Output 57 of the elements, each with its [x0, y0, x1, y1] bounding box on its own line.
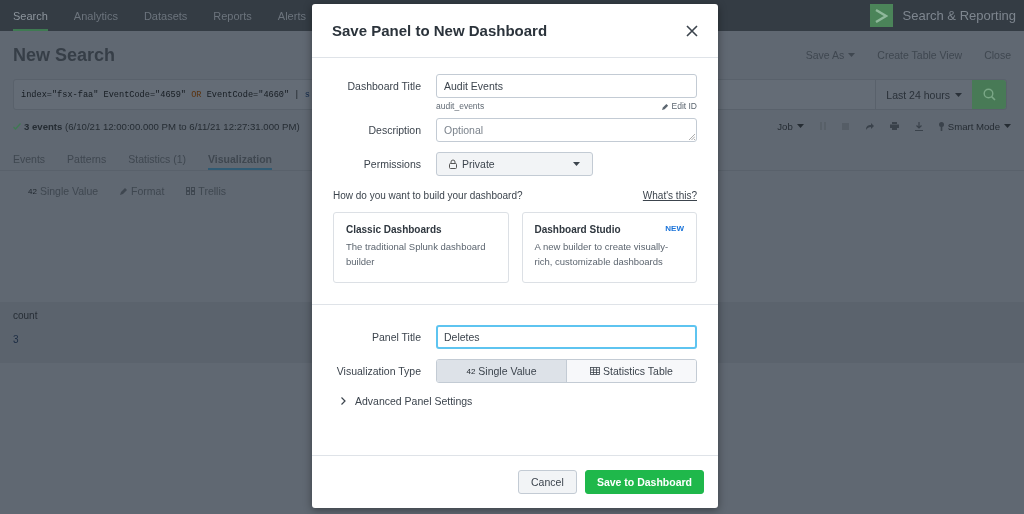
builder-card[interactable]: Dashboard Studio NEW A new builder to create visually-rich, customizable dashboards [521, 212, 697, 283]
nav-tab[interactable]: Datasets [143, 0, 188, 31]
caret-icon [796, 124, 804, 128]
table-cell: 3 [13, 334, 19, 345]
download-icon[interactable] [914, 121, 923, 131]
print-icon[interactable] [889, 122, 899, 130]
field-label: Panel Title [370, 331, 421, 343]
visualization-option[interactable]: Statistics Table [566, 360, 696, 382]
dialog-title: Save Panel to New Dashboard [332, 22, 548, 39]
app-name[interactable]: Search & Reporting [902, 8, 1016, 23]
bulb-icon [938, 121, 944, 131]
nav-tab[interactable]: Search [13, 0, 48, 31]
help-link[interactable]: What's this? [642, 190, 697, 201]
edit-id-link[interactable]: Edit ID [662, 101, 697, 111]
table-icon [590, 367, 601, 375]
check-icon [13, 122, 21, 130]
panel-title-field[interactable]: Deletes [436, 325, 697, 349]
dashboard-id: audit_events [436, 101, 485, 111]
description-field[interactable]: Optional [436, 118, 697, 142]
dashboard-title-field[interactable]: Audit Events [436, 74, 697, 98]
search-button[interactable] [972, 80, 1006, 109]
card-description: A new builder to create visually-rich, customizable dashboards [534, 240, 670, 269]
chevron-icon [341, 397, 346, 405]
close-button[interactable] [686, 24, 698, 37]
caret-icon [573, 162, 580, 166]
card-title: Classic Dashboards [346, 224, 442, 235]
nav-tab[interactable]: Alerts [277, 0, 306, 31]
permissions-dropdown[interactable]: Private [436, 152, 593, 176]
caret-icon [1004, 124, 1011, 128]
job-menu[interactable]: Job [777, 120, 804, 132]
resize-grip-icon[interactable] [688, 133, 695, 140]
grid-icon [186, 187, 196, 195]
nav-tab[interactable]: Analytics [73, 0, 118, 31]
cancel-button[interactable]: Cancel [517, 470, 577, 494]
caret-icon [955, 92, 962, 97]
field-label: Permissions [362, 158, 421, 170]
save-button[interactable]: Save to Dashboard [584, 470, 704, 494]
visualization-option[interactable]: 42 Single Value [437, 360, 566, 382]
field-label: Visualization Type [335, 365, 421, 377]
caret-icon [848, 53, 856, 57]
app-logo-icon [869, 4, 893, 27]
builder-card[interactable]: Classic Dashboards The traditional Splunk dashboard builder [333, 212, 509, 283]
nav-tab[interactable]: Reports [213, 0, 252, 31]
pencil-icon [662, 102, 670, 110]
pencil-icon [120, 187, 129, 195]
number-icon: 42 [28, 186, 37, 196]
card-title: Dashboard Studio [534, 224, 621, 235]
number-icon: 42 [466, 366, 476, 376]
card-description: The traditional Splunk dashboard builder [346, 240, 487, 269]
search-icon [982, 88, 996, 101]
new-label: NEW [665, 224, 684, 235]
build-question: How do you want to build your dashboard? [333, 190, 523, 201]
lock-icon [449, 159, 457, 169]
share-icon[interactable] [864, 122, 874, 130]
field-label: Dashboard Title [346, 80, 421, 92]
advanced-settings-toggle[interactable]: Advanced Panel Settings [341, 395, 473, 407]
field-label: Description [367, 124, 421, 136]
